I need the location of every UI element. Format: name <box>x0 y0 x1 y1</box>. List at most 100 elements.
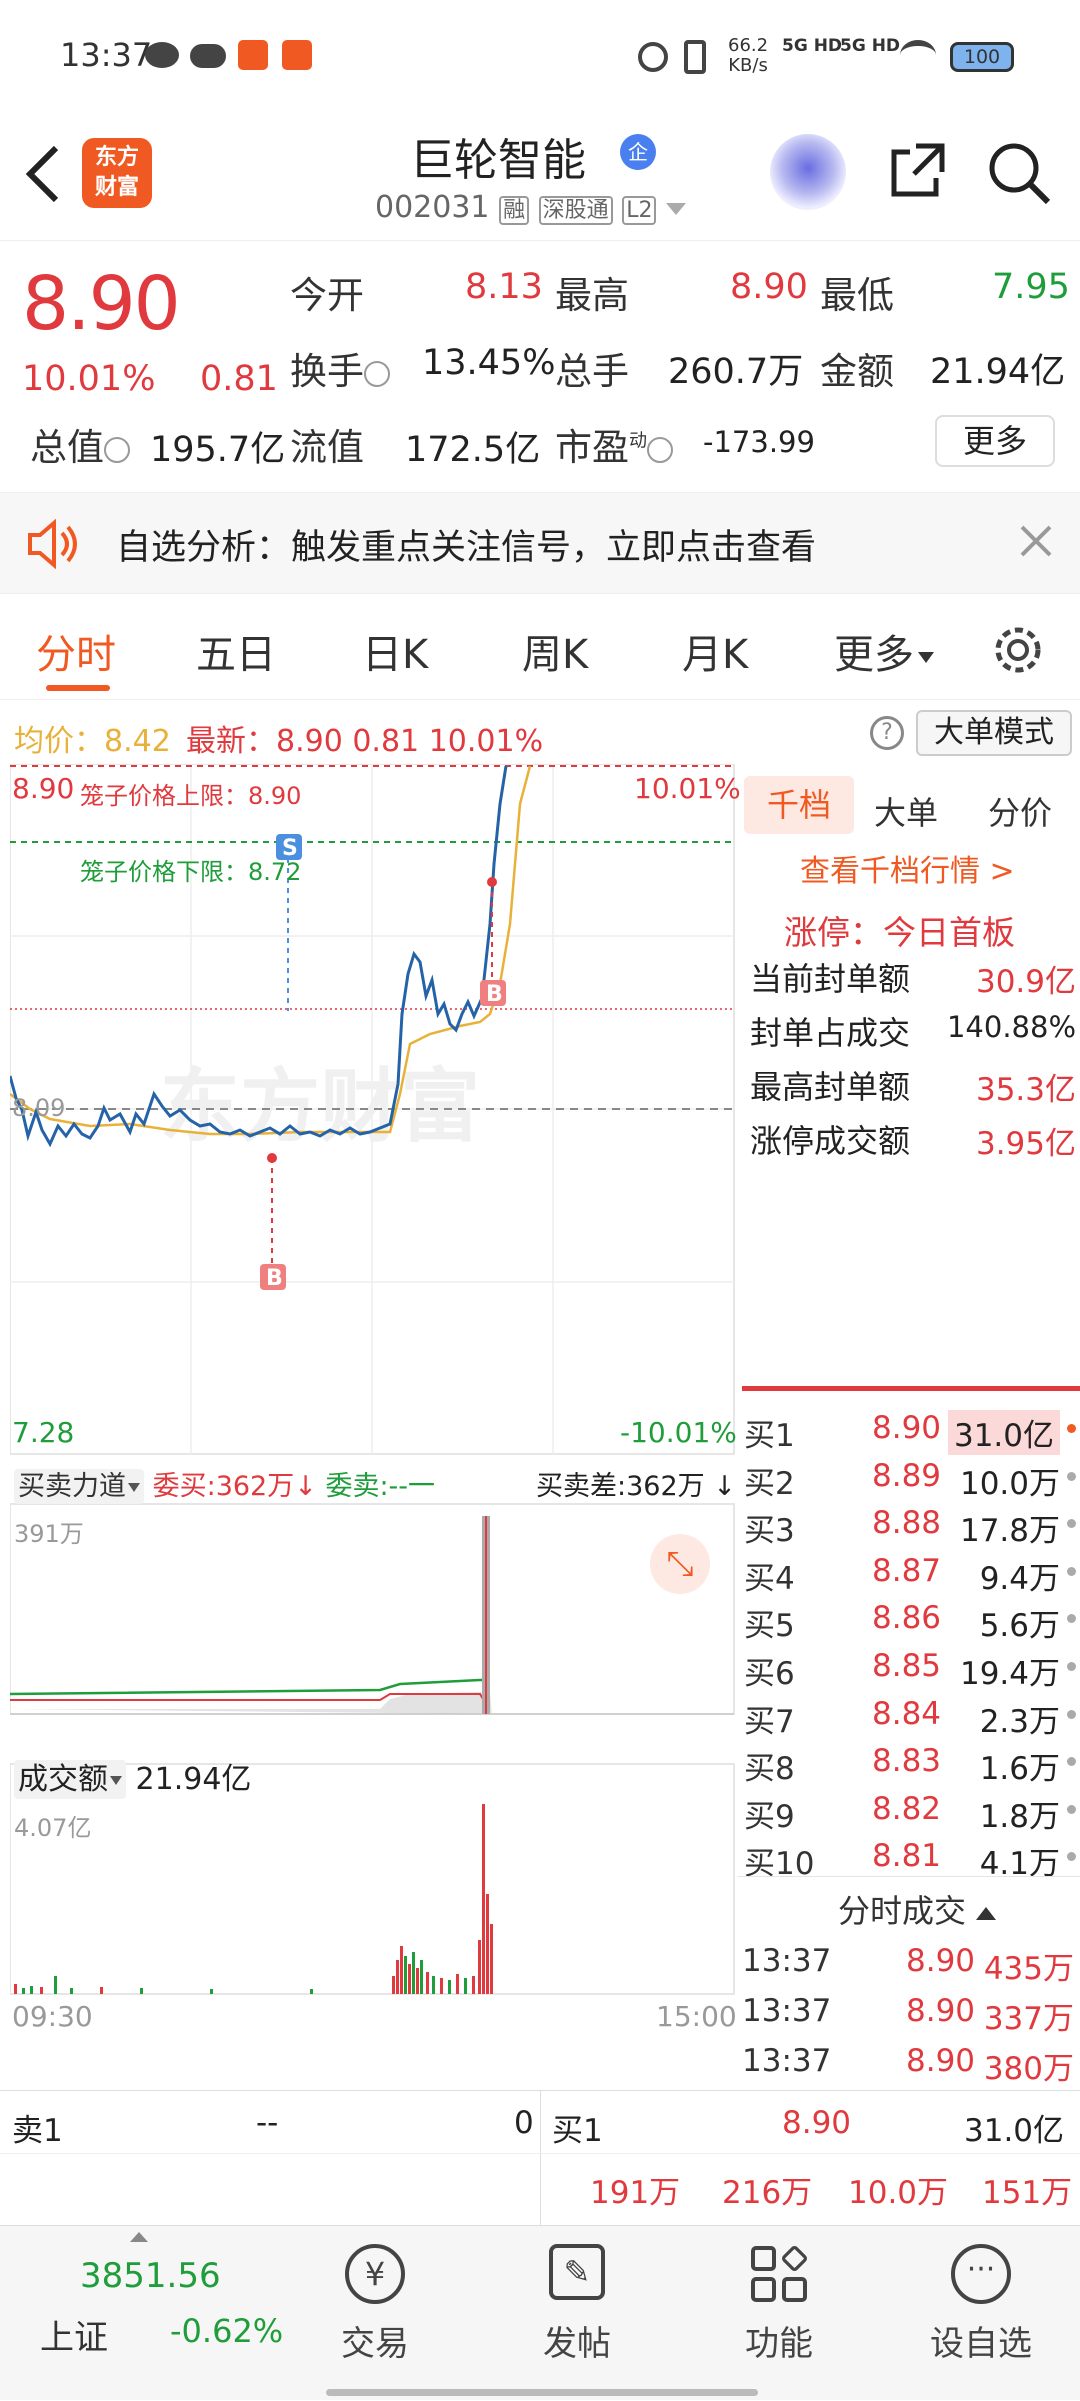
bid-row[interactable]: 买6 8.85 19.4万 <box>738 1642 1080 1692</box>
trades-title[interactable]: 分时成交 <box>838 1886 997 1932</box>
bid-dot <box>1067 1804 1076 1814</box>
sell1-volume: 0 <box>514 2105 534 2141</box>
tab-daily-k[interactable]: 日K <box>362 622 428 680</box>
expand-icon[interactable]: ⤡ <box>650 1534 710 1594</box>
index-ticker[interactable]: 3851.56 上证 -0.62% <box>0 2226 300 2401</box>
force-selector[interactable]: 买卖力道 <box>14 1469 144 1504</box>
trade-row: 13:37 8.90 337万 <box>738 1989 1080 2039</box>
grid-icon <box>751 2244 809 2302</box>
bid-level: 买1 <box>744 1418 795 1454</box>
info-icon[interactable] <box>647 436 673 463</box>
bid-level: 买8 <box>744 1751 795 1788</box>
bid-level: 买5 <box>744 1608 795 1645</box>
assistant-avatar[interactable] <box>770 134 846 210</box>
nav-post[interactable]: ✎ 发帖 <box>492 2226 662 2401</box>
amount-selector[interactable]: 成交额 <box>14 1760 126 1799</box>
trade-time: 13:37 <box>742 1943 832 1979</box>
back-icon[interactable] <box>20 142 64 206</box>
tab-more[interactable]: 更多 <box>834 622 934 680</box>
buy1-label: 买1 <box>552 2113 603 2149</box>
bid-volume: 19.4万 <box>959 1656 1060 1692</box>
info-icon[interactable] <box>364 360 390 387</box>
nav-add-watchlist[interactable]: ··· 设自选 <box>896 2226 1066 2401</box>
amount: 21.94亿 <box>930 352 1066 392</box>
buy1-price: 8.90 <box>782 2105 852 2141</box>
bid-row[interactable]: 买2 8.89 10.0万 <box>738 1452 1080 1502</box>
app-icon-1 <box>238 40 268 70</box>
tab-weekly-k[interactable]: 周K <box>522 622 588 680</box>
bid-dot <box>1067 1614 1076 1624</box>
bid-row[interactable]: 买9 8.82 1.8万 <box>738 1785 1080 1835</box>
bid-price: 8.90 <box>872 1410 942 1446</box>
low-price: 7.95 <box>992 267 1070 307</box>
more-button[interactable]: 更多 <box>935 415 1055 467</box>
panel-tab-large[interactable]: 大单 <box>874 788 938 834</box>
volume-label: 总手 <box>555 350 629 393</box>
alert-text: 自选分析：触发重点关注信号，立即点击查看 <box>116 528 817 568</box>
queue-order: 10.0万 <box>848 2175 949 2211</box>
tab-monthly-k[interactable]: 月K <box>682 622 748 680</box>
nav-functions[interactable]: 功能 <box>694 2226 864 2401</box>
latest-price: 8.90 <box>276 724 343 759</box>
bid-row[interactable]: 买3 8.88 17.8万 <box>738 1499 1080 1550</box>
bid-volume: 5.6万 <box>979 1608 1060 1645</box>
speaker-icon <box>28 519 77 569</box>
dropdown-icon[interactable] <box>666 202 687 215</box>
bid-price: 8.86 <box>872 1600 942 1637</box>
period-tabs: 分时 五日 日K 周K 月K 更多 <box>0 600 1080 700</box>
stat-value: 35.3亿 <box>975 1072 1076 1108</box>
tab-intraday[interactable]: 分时 <box>36 622 116 680</box>
info-icon[interactable] <box>104 436 130 463</box>
bid-price: 8.89 <box>872 1457 942 1494</box>
bid-row[interactable]: 买5 8.86 5.6万 <box>738 1594 1080 1645</box>
stock-code-line: 002031 融 深股通 L2 <box>375 190 687 225</box>
buy1-volume: 31.0亿 <box>964 2113 1065 2149</box>
avg-price: 8.42 <box>104 724 171 759</box>
bid-level: 买3 <box>744 1513 795 1550</box>
help-icon[interactable]: ? <box>870 716 904 750</box>
latest-pct: 10.01% <box>428 724 544 759</box>
bid-dot <box>1067 1852 1076 1862</box>
pe-sup: 动 <box>629 430 647 452</box>
latest-change: 0.81 <box>352 724 420 759</box>
stock-name[interactable]: 巨轮智能 <box>410 124 586 188</box>
ask-volume: 委卖:--一 <box>325 1471 436 1502</box>
bid-ask-diff: 买卖差:362万 <box>536 1471 705 1502</box>
panel-tab-depth[interactable]: 千档 <box>744 776 854 834</box>
caret-up-icon <box>976 1906 997 1920</box>
bid-row[interactable]: 买10 8.81 4.1万 <box>738 1832 1080 1882</box>
bid-row[interactable]: 买8 8.83 1.6万 <box>738 1737 1080 1788</box>
edit-icon: ✎ <box>549 2244 605 2300</box>
sell1-label: 卖1 <box>12 2113 63 2149</box>
bid-row[interactable]: 买7 8.84 2.3万 <box>738 1690 1080 1740</box>
wechat-icon <box>145 42 179 68</box>
panel-tab-price[interactable]: 分价 <box>988 788 1052 834</box>
stat-label: 封单占成交 <box>750 1014 911 1052</box>
trades-list: 13:37 8.90 435万 13:37 8.90 337万 13:37 8.90 380万 <box>738 1939 1080 2089</box>
share-icon[interactable] <box>886 138 950 202</box>
stat-label: 涨停成交额 <box>750 1122 911 1160</box>
close-icon[interactable] <box>1018 523 1054 559</box>
tab-5day[interactable]: 五日 <box>196 622 276 680</box>
brand-logo: 东方 财富 <box>82 138 152 208</box>
search-icon[interactable] <box>986 140 1052 206</box>
bid-dot <box>1067 1471 1076 1481</box>
gear-icon[interactable] <box>990 622 1046 678</box>
trade-icon: ¥ <box>345 2244 405 2304</box>
change-amount: 0.81 <box>200 359 278 399</box>
depth-link[interactable]: 查看千档行情 > <box>800 846 1015 890</box>
nav-trade[interactable]: ¥ 交易 <box>290 2226 460 2401</box>
intraday-chart[interactable]: 东方财富 S B B 8.90 笼子价格上限：8.90 笼子价格下限：8.72 … <box>10 764 741 2040</box>
big-order-mode-button[interactable]: 大单模式 <box>916 710 1072 756</box>
stock-code: 002031 <box>375 190 490 225</box>
bid-row[interactable]: 买1 8.90 31.0亿 <box>738 1404 1080 1455</box>
tag-connect: 深股通 <box>538 196 613 225</box>
svg-text:B: B <box>486 982 503 1007</box>
net-speed: 66.2 <box>728 35 769 56</box>
float-label: 流值 <box>290 426 364 469</box>
alert-banner[interactable]: 自选分析：触发重点关注信号，立即点击查看 <box>0 492 1080 594</box>
bid-row[interactable]: 买4 8.87 9.4万 <box>738 1547 1080 1597</box>
bid-level: 买6 <box>744 1656 795 1692</box>
level1-quotes: 卖1 -- 0 买1 8.90 31.0亿 191万 216万 10.0万 15… <box>0 2090 1080 2226</box>
turnover: 13.45% <box>422 343 556 383</box>
